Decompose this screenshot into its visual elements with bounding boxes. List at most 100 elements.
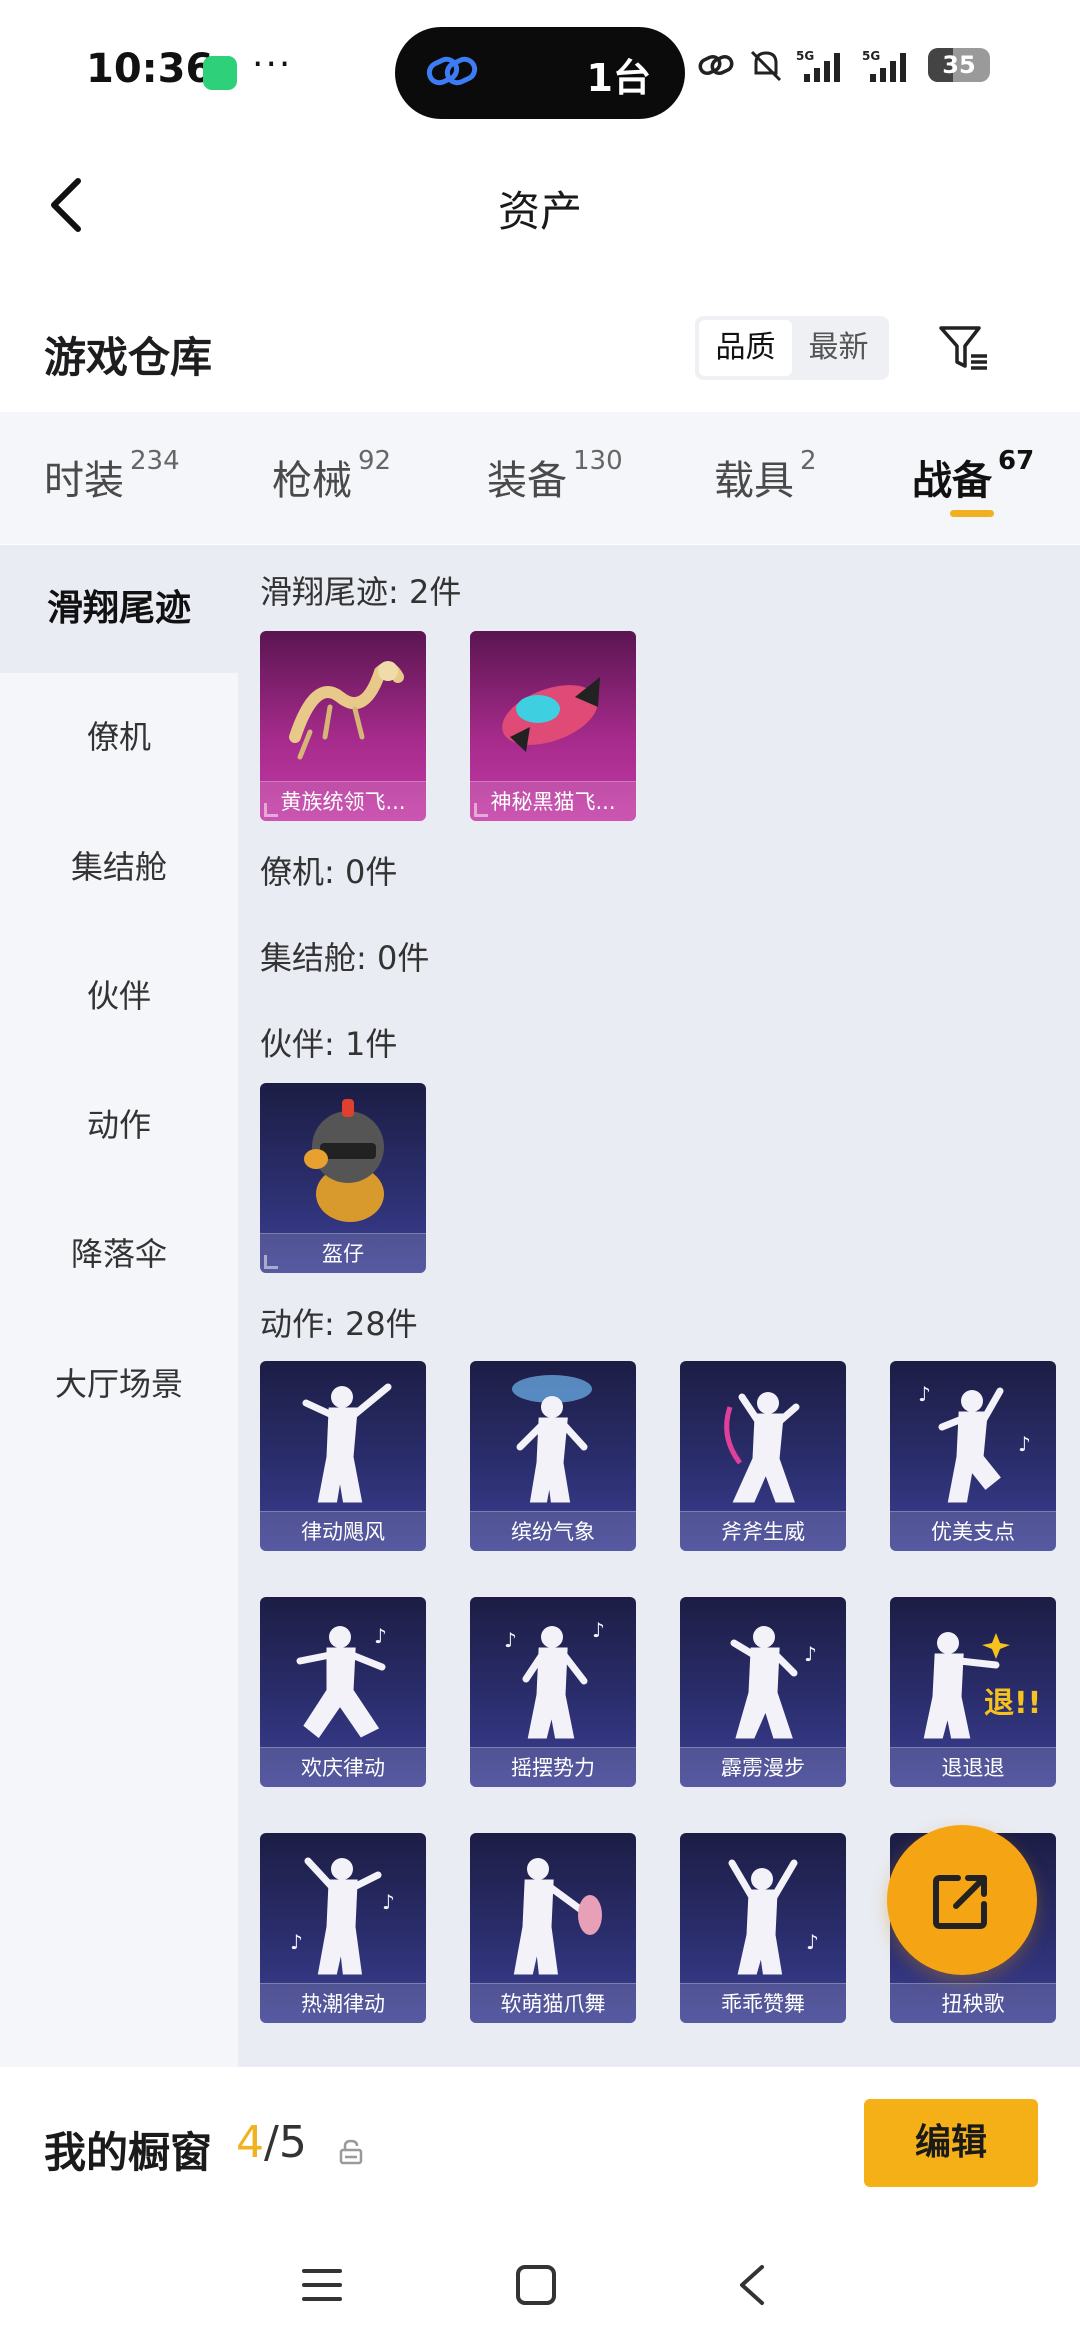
dancer-silhouette-icon — [512, 1375, 592, 1503]
svg-text:♪: ♪ — [504, 1628, 517, 1652]
item-name: 摇摆势力 — [470, 1747, 636, 1787]
tab-fashion[interactable]: 时装 234 — [44, 446, 180, 506]
showcase-bar: 我的橱窗 4/5 编辑 — [0, 2067, 1080, 2227]
item-name: 优美支点 — [890, 1511, 1056, 1551]
category-tabs: 时装 234 枪械 92 装备 130 载具 2 战备 67 — [0, 412, 1080, 544]
item-card[interactable]: 软萌猫爪舞 — [470, 1833, 636, 2023]
section-label-emote: 动作: 28件 — [260, 1305, 418, 1343]
sidebar-item-lobby-scene[interactable]: 大厅场景 — [0, 1320, 238, 1448]
status-time: 10:36 — [86, 46, 214, 92]
dancer-silhouette-icon — [513, 1858, 602, 1975]
more-notifications-icon: ··· — [252, 44, 293, 85]
tab-label: 载具 — [714, 458, 794, 504]
sidebar-item-partner[interactable]: 伙伴 — [0, 932, 238, 1060]
section-label-glide-trail: 滑翔尾迹: 2件 — [260, 573, 462, 611]
edit-button[interactable]: 编辑 — [864, 2099, 1038, 2187]
item-card[interactable]: ♪ ♪ 热潮律动 — [260, 1833, 426, 2023]
sidebar-item-assembly-pod[interactable]: 集结舱 — [0, 803, 238, 931]
share-export-icon — [933, 1875, 987, 1929]
page-title: 资产 — [497, 187, 582, 236]
item-name: 缤纷气象 — [470, 1511, 636, 1551]
tab-vehicles[interactable]: 载具 2 — [714, 446, 817, 506]
app-icon — [203, 56, 237, 90]
menu-button[interactable] — [292, 2255, 352, 2315]
back-triangle-icon — [740, 2265, 764, 2305]
warehouse-title: 游戏仓库 — [44, 333, 213, 382]
item-name: 神秘黑猫飞... — [470, 781, 636, 821]
sidebar-item-emote[interactable]: 动作 — [0, 1061, 238, 1189]
subcategory-sidebar: 滑翔尾迹 僚机 集结舱 伙伴 动作 降落伞 大厅场景 — [0, 545, 238, 2067]
item-card[interactable]: 退!! 退退退 — [890, 1597, 1056, 1787]
sort-newest-option[interactable]: 最新 — [792, 320, 885, 376]
item-card[interactable]: 神秘黑猫飞... — [470, 631, 636, 821]
item-name: 退退退 — [890, 1747, 1056, 1787]
svg-text:♪: ♪ — [382, 1890, 395, 1914]
mute-bell-icon — [750, 50, 782, 82]
tab-count: 130 — [573, 446, 623, 476]
sidebar-item-parachute[interactable]: 降落伞 — [0, 1190, 238, 1318]
item-card[interactable]: ♪ ♪ 优美支点 — [890, 1361, 1056, 1551]
tab-count: 2 — [800, 446, 817, 476]
svg-text:♪: ♪ — [592, 1618, 605, 1642]
tab-count: 234 — [130, 446, 180, 476]
battery-level: 35 — [942, 51, 976, 79]
item-card[interactable]: 黄族统领飞... — [260, 631, 426, 821]
dancer-silhouette-icon: ♪ — [296, 1624, 387, 1739]
dancer-silhouette-icon — [302, 1383, 392, 1503]
item-card[interactable]: 盔仔 — [260, 1083, 426, 1273]
status-icons: 5G 5G 35 — [696, 48, 990, 82]
tab-battle-gear[interactable]: 战备 67 — [912, 446, 1034, 506]
menu-icon — [302, 2269, 342, 2301]
svg-text:♪: ♪ — [290, 1930, 303, 1954]
showcase-total: 5 — [278, 2117, 307, 2168]
dancer-silhouette-icon: ♪ ♪ — [504, 1618, 605, 1739]
dragon-glider-icon — [289, 661, 404, 760]
tab-label: 装备 — [487, 458, 567, 504]
item-name: 律动飓风 — [260, 1511, 426, 1551]
svg-text:♪: ♪ — [374, 1624, 387, 1648]
svg-text:♪: ♪ — [806, 1930, 819, 1954]
status-bar: 10:36 ··· 1台 5G 5G 35 — [0, 0, 1080, 140]
svg-text:退!!: 退!! — [984, 1686, 1041, 1721]
dynamic-island[interactable]: 1台 — [395, 27, 685, 119]
share-button[interactable] — [887, 1825, 1037, 1975]
item-name: 盔仔 — [260, 1233, 426, 1273]
filter-icon — [939, 326, 987, 370]
item-card[interactable]: ♪ 乖乖赞舞 — [680, 1833, 846, 2023]
item-card[interactable]: ♪ 欢庆律动 — [260, 1597, 426, 1787]
active-tab-indicator — [950, 510, 994, 517]
home-button[interactable] — [506, 2255, 566, 2315]
item-name: 扭秧歌 — [890, 1983, 1056, 2023]
top-app-bar: 资产 — [0, 140, 1080, 270]
tab-label: 战备 — [912, 458, 992, 504]
item-card[interactable]: 缤纷气象 — [470, 1361, 636, 1551]
black-cat-glider-icon — [502, 677, 600, 752]
link-icon — [698, 54, 734, 76]
sidebar-item-glide-trail[interactable]: 滑翔尾迹 — [0, 545, 238, 673]
item-name: 斧斧生威 — [680, 1511, 846, 1551]
item-card[interactable]: 斧斧生威 — [680, 1361, 846, 1551]
sort-toggle: 品质 最新 — [695, 316, 889, 380]
dancer-silhouette-icon: ♪ ♪ — [918, 1382, 1031, 1503]
section-label-wingman: 僚机: 0件 — [260, 853, 398, 891]
sort-quality-option[interactable]: 品质 — [699, 320, 792, 376]
tab-count: 92 — [358, 446, 392, 476]
item-card[interactable]: ♪ ♪ 摇摆势力 — [470, 1597, 636, 1787]
item-card[interactable]: 律动飓风 — [260, 1361, 426, 1551]
tab-equipment[interactable]: 装备 130 — [487, 446, 623, 506]
sidebar-item-wingman[interactable]: 僚机 — [0, 673, 238, 801]
showcase-label: 我的橱窗 — [44, 2128, 213, 2177]
svg-text:5G: 5G — [862, 49, 880, 63]
item-name: 乖乖赞舞 — [680, 1983, 846, 2023]
link-icon — [426, 56, 478, 86]
home-square-icon — [516, 2265, 556, 2305]
battery-icon: 35 — [928, 48, 990, 82]
svg-text:♪: ♪ — [1018, 1432, 1031, 1456]
item-card[interactable]: ♪ 霹雳漫步 — [680, 1597, 846, 1787]
item-name: 软萌猫爪舞 — [470, 1983, 636, 2023]
tab-weapons[interactable]: 枪械 92 — [272, 446, 392, 506]
tab-label: 时装 — [44, 458, 124, 504]
filter-button[interactable] — [935, 318, 995, 378]
dancer-silhouette-icon: 退!! — [923, 1632, 1041, 1739]
system-back-button[interactable] — [722, 2255, 782, 2315]
